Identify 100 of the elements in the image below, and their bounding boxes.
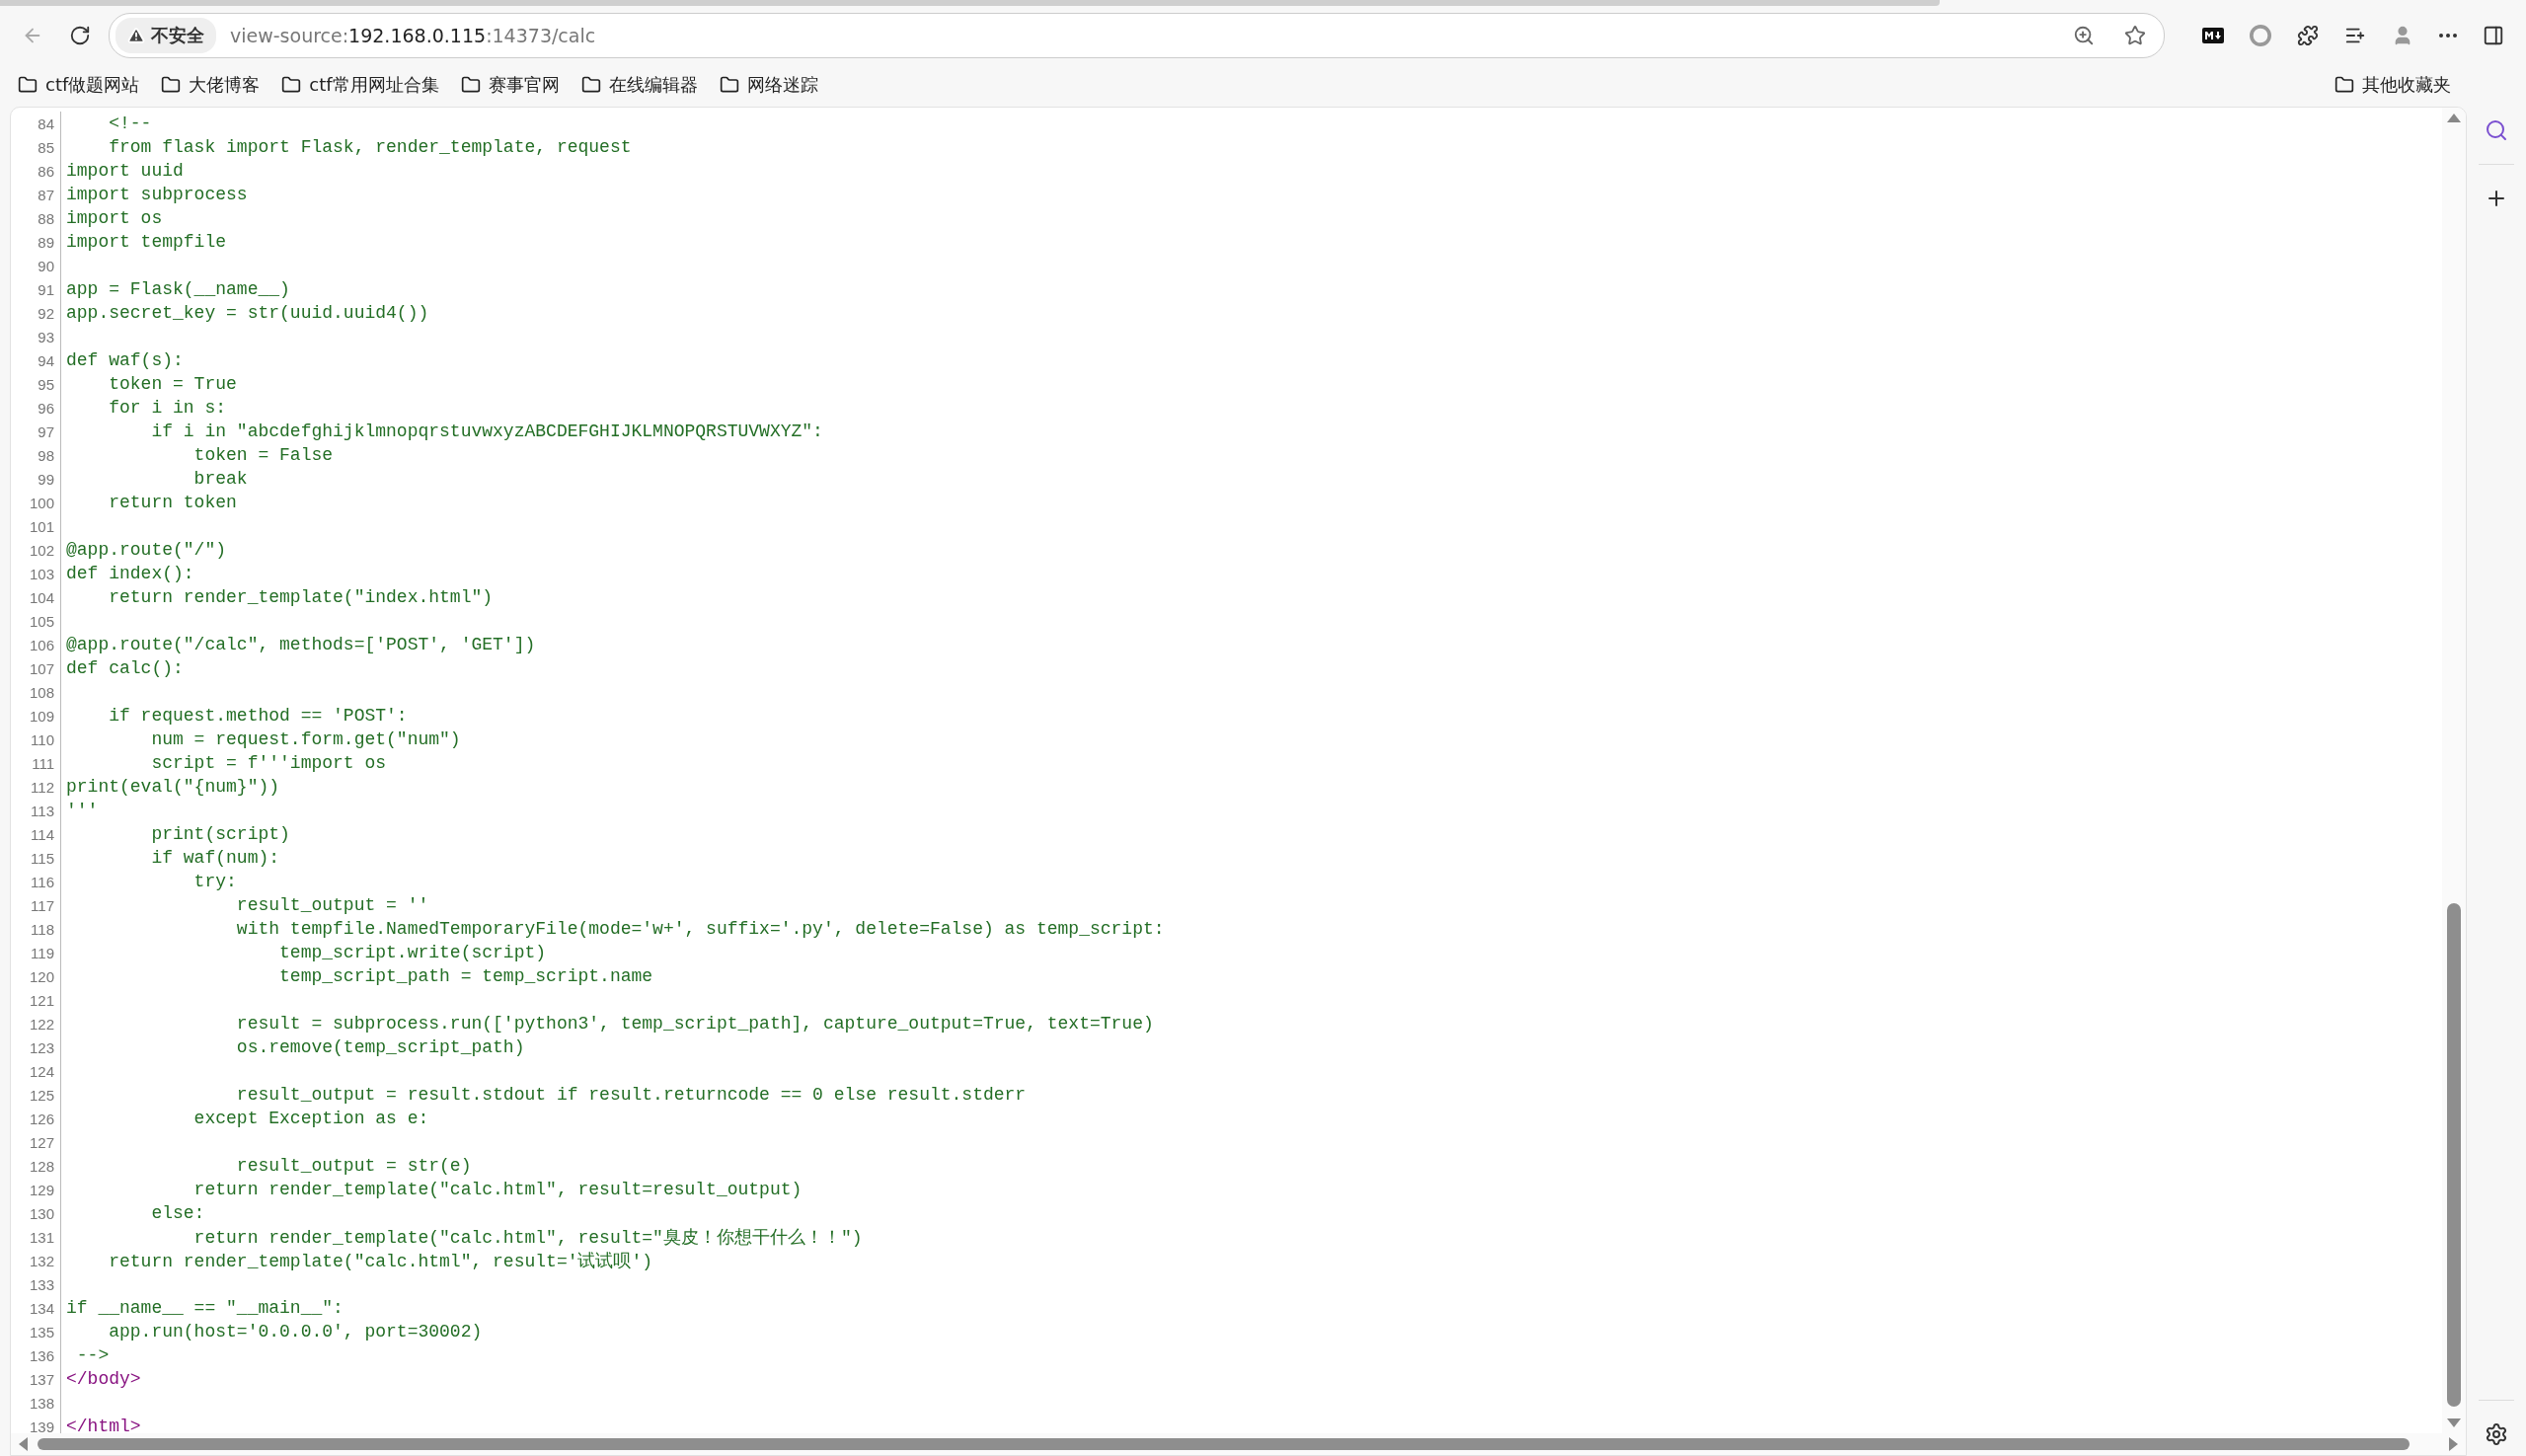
line-number: 98	[37, 446, 55, 464]
source-line: return render_template("index.html")	[108, 587, 494, 607]
folder-icon	[18, 75, 38, 95]
ring-icon	[2250, 25, 2271, 46]
line-number: 136	[28, 1346, 55, 1364]
line-number: 95	[37, 375, 55, 393]
warning-icon	[127, 27, 145, 44]
source-line: '''	[66, 801, 99, 820]
source-line: def index():	[66, 564, 194, 583]
source-line: import uuid	[66, 161, 184, 181]
line-number: 130	[28, 1204, 55, 1222]
line-number: 107	[28, 659, 55, 677]
line-number: 90	[37, 257, 55, 274]
source-line: num = request.form.get("num")	[150, 729, 461, 749]
line-number: 96	[37, 399, 55, 417]
line-number: 132	[28, 1252, 55, 1269]
source-line: result = subprocess.run(['python3', temp_script_path], capture_output=True, text=True)	[235, 1014, 1154, 1034]
line-number: 109	[28, 707, 55, 725]
source-line: temp_script_path = temp_script.name	[278, 966, 653, 986]
source-line: with tempfile.NamedTemporaryFile(mode='w+', suffix='.py', delete=False) as temp_script:	[235, 919, 1165, 939]
line-number: 119	[30, 944, 55, 961]
line-number: 139	[28, 1418, 55, 1433]
source-line: from flask import Flask, render_template, request	[108, 137, 632, 157]
source-line: if request.method == 'POST':	[108, 706, 408, 726]
folder-icon	[580, 75, 601, 95]
source-line: @app.route("/")	[66, 540, 227, 560]
line-number: 128	[28, 1157, 55, 1175]
bookmark-folder[interactable]: 网络迷踪	[717, 69, 820, 101]
source-line: if __name__ == "__main__":	[66, 1298, 344, 1318]
folder-icon	[2335, 75, 2354, 95]
source-line: token = True	[108, 374, 237, 394]
line-number: 105	[28, 612, 55, 630]
source-line: import subprocess	[66, 185, 248, 204]
line-number: 87	[37, 186, 55, 203]
line-number: 102	[28, 541, 55, 559]
folder-icon	[719, 75, 739, 95]
source-line: script = f'''import os	[150, 753, 387, 773]
source-line: except Exception as e:	[192, 1109, 429, 1128]
source-line: result_output = str(e)	[235, 1156, 472, 1176]
folder-icon	[161, 75, 182, 95]
markdown-icon	[2202, 28, 2224, 43]
line-number: 84	[37, 115, 55, 132]
line-number: 94	[37, 351, 55, 369]
security-badge[interactable]: 不安全	[115, 18, 216, 53]
line-number: 111	[31, 754, 55, 772]
line-number: 115	[30, 849, 55, 867]
source-line: return render_template("calc.html", result=result_output)	[192, 1180, 803, 1199]
bookmark-folder[interactable]: ctf常用网址合集	[279, 69, 441, 101]
vertical-scrollbar[interactable]	[2442, 108, 2466, 1433]
source-line: return render_template("calc.html", result='试试呗')	[108, 1251, 653, 1272]
source-line: def waf(s):	[66, 350, 184, 370]
line-number: 122	[28, 1015, 55, 1033]
line-number: 85	[37, 138, 55, 156]
line-number: 133	[28, 1275, 55, 1293]
line-number: 112	[30, 778, 55, 796]
settings-icon	[2485, 1422, 2508, 1446]
zoom-in-icon	[2073, 25, 2095, 46]
line-number: 99	[37, 470, 55, 488]
source-line: try:	[192, 872, 237, 891]
address-bar[interactable]: 不安全 view-source:192.168.0.115:14373/calc	[109, 13, 2165, 58]
folder-icon	[281, 75, 302, 95]
line-number: 108	[28, 683, 55, 701]
source-line: import tempfile	[66, 232, 227, 252]
source-line: return render_template("calc.html", result="臭皮！你想干什么！！")	[192, 1227, 863, 1249]
source-line: if waf(num):	[150, 848, 280, 868]
line-number: 100	[28, 494, 55, 511]
bookmark-folder[interactable]: ctf做题网站	[16, 69, 142, 101]
bookmark-folder[interactable]: 其他收藏夹	[2333, 69, 2453, 101]
bookmark-folder[interactable]: 在线编辑器	[578, 69, 700, 101]
line-number: 101	[28, 517, 55, 535]
source-line: break	[192, 469, 248, 489]
bookmark-folder[interactable]: 赛事官网	[458, 69, 562, 101]
line-number: 88	[37, 209, 55, 227]
line-number: 121	[28, 991, 55, 1009]
line-number: 106	[28, 636, 55, 653]
line-number: 93	[37, 328, 55, 345]
line-number: 92	[37, 304, 55, 322]
star-icon	[2124, 25, 2146, 46]
line-number: 134	[28, 1299, 55, 1317]
line-number: 126	[28, 1110, 55, 1127]
puzzle-icon	[2297, 25, 2319, 46]
horizontal-scrollbar[interactable]	[11, 1433, 2466, 1455]
bookmark-folder[interactable]: 大佬博客	[159, 69, 263, 101]
search-icon	[2485, 118, 2508, 142]
sidebar-icon	[2483, 25, 2504, 46]
line-number: 123	[28, 1038, 55, 1056]
source-line: return token	[108, 493, 237, 512]
line-number: 131	[28, 1228, 55, 1246]
html-tag-line: </body>	[66, 1369, 141, 1389]
line-number: 138	[28, 1394, 55, 1412]
html-tag-line: </html>	[66, 1417, 141, 1433]
line-number: 110	[30, 730, 55, 748]
source-line: for i in s:	[108, 398, 227, 418]
line-number: 116	[30, 873, 55, 890]
line-number: 114	[30, 825, 55, 843]
source-line: print(script)	[150, 824, 290, 844]
more-icon	[2439, 34, 2457, 38]
source-line: def calc():	[66, 658, 184, 678]
source-line: @app.route("/calc", methods=['POST', 'GET'])	[66, 635, 536, 654]
url-text: view-source:192.168.0.115:14373/calc	[230, 25, 597, 46]
